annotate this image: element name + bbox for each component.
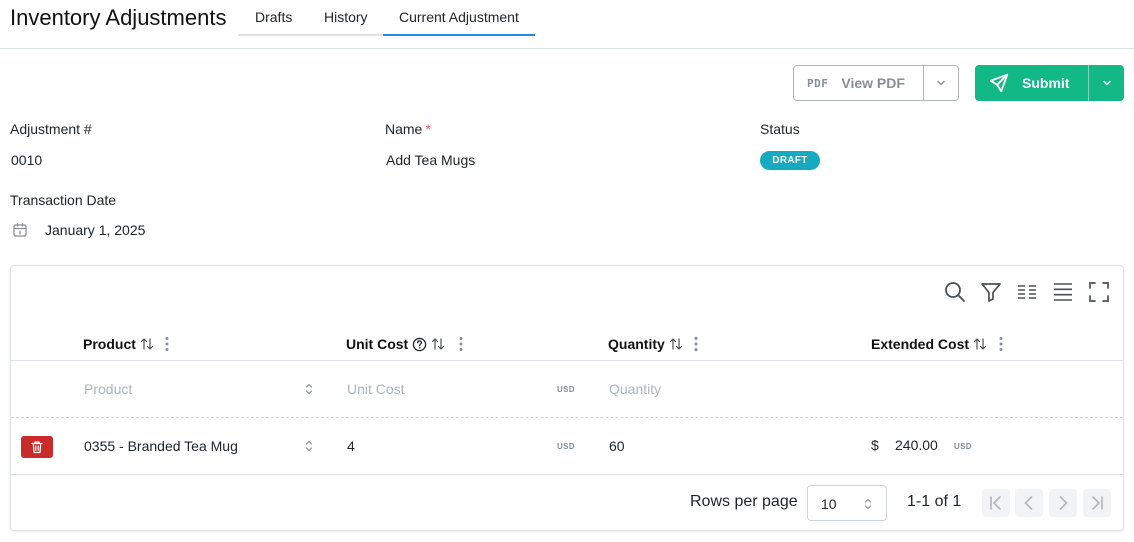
currency-tag: USD xyxy=(954,442,972,451)
column-header-label: Quantity xyxy=(608,336,665,352)
help-icon[interactable] xyxy=(412,337,427,352)
column-menu-icon[interactable] xyxy=(459,336,463,352)
status-label: Status xyxy=(760,121,800,137)
column-header-extended-cost[interactable]: Extended Cost xyxy=(871,334,1003,354)
rows-per-page-select[interactable]: 10 xyxy=(807,485,887,521)
tab-drafts[interactable]: Drafts xyxy=(238,0,308,36)
header-divider xyxy=(11,360,1123,361)
column-header-label: Product xyxy=(83,336,136,352)
unit-cost-cell[interactable]: 4 xyxy=(347,438,355,454)
status-badge: DRAFT xyxy=(760,151,820,170)
filter-icon[interactable] xyxy=(979,280,1003,304)
column-menu-icon[interactable] xyxy=(165,336,169,352)
rows-per-page-label: Rows per page xyxy=(690,493,798,510)
pdf-icon: PDF xyxy=(807,76,829,90)
view-pdf-label: View PDF xyxy=(841,75,905,91)
fullscreen-icon[interactable] xyxy=(1087,280,1111,304)
adjustment-number-value: 0010 xyxy=(11,152,43,168)
column-menu-icon[interactable] xyxy=(694,336,698,352)
first-page-button[interactable] xyxy=(982,489,1010,517)
view-pdf-button[interactable]: PDF View PDF xyxy=(794,66,923,100)
first-page-icon xyxy=(990,496,1001,510)
chevron-down-icon xyxy=(937,80,945,86)
column-header-label: Extended Cost xyxy=(871,336,970,352)
currency-tag: USD xyxy=(557,385,575,394)
sort-icon[interactable] xyxy=(140,337,154,351)
page-title: Inventory Adjustments xyxy=(10,5,227,30)
currency-tag: USD xyxy=(557,442,575,451)
trash-icon xyxy=(31,441,43,454)
product-input[interactable]: Product xyxy=(84,381,132,397)
sort-icon[interactable] xyxy=(431,337,445,351)
send-icon xyxy=(989,73,1009,93)
column-header-product[interactable]: Product xyxy=(83,334,169,354)
last-page-icon xyxy=(1092,496,1103,510)
tab-current-adjustment[interactable]: Current Adjustment xyxy=(383,0,535,36)
next-page-button[interactable] xyxy=(1049,489,1077,517)
submit-label: Submit xyxy=(1022,75,1070,91)
tab-history[interactable]: History xyxy=(308,0,383,36)
last-page-button[interactable] xyxy=(1083,489,1111,517)
submit-button[interactable]: Submit xyxy=(975,65,1088,101)
page-header: Inventory Adjustments Drafts History Cur… xyxy=(0,0,1134,49)
adjustment-number-label: Adjustment # xyxy=(10,121,92,137)
chevron-down-icon xyxy=(1102,80,1111,86)
view-pdf-button-group: PDF View PDF xyxy=(793,65,959,101)
tab-bar: Drafts History Current Adjustment xyxy=(238,0,535,36)
unit-cost-input[interactable]: Unit Cost xyxy=(347,381,405,397)
select-updown-icon xyxy=(864,498,872,510)
submit-menu-button[interactable] xyxy=(1088,65,1124,101)
sort-icon[interactable] xyxy=(973,337,987,351)
footer-divider xyxy=(11,474,1123,475)
extended-cost-cell: 240.00 xyxy=(895,437,938,453)
currency-symbol: $ xyxy=(871,437,879,453)
select-updown-icon[interactable] xyxy=(304,382,314,396)
name-label: Name * xyxy=(385,121,431,137)
rows-per-page-value: 10 xyxy=(821,496,837,512)
delete-row-button[interactable] xyxy=(21,436,53,458)
transaction-date-label: Transaction Date xyxy=(10,192,117,208)
quantity-cell[interactable]: 60 xyxy=(609,438,625,454)
column-header-unit-cost[interactable]: Unit Cost xyxy=(346,334,463,354)
chevron-right-icon xyxy=(1059,496,1068,510)
view-pdf-menu-button[interactable] xyxy=(923,66,958,100)
product-cell[interactable]: 0355 - Branded Tea Mug xyxy=(84,438,238,454)
name-value[interactable]: Add Tea Mugs xyxy=(386,152,475,168)
chevron-left-icon xyxy=(1024,496,1033,510)
required-marker: * xyxy=(425,121,431,137)
sort-icon[interactable] xyxy=(669,337,683,351)
column-header-label: Unit Cost xyxy=(346,336,409,352)
name-label-text: Name xyxy=(385,121,423,137)
calendar-icon xyxy=(13,222,27,237)
column-header-quantity[interactable]: Quantity xyxy=(608,334,698,354)
column-menu-icon[interactable] xyxy=(999,336,1003,352)
search-icon[interactable] xyxy=(943,280,967,304)
columns-icon[interactable] xyxy=(1015,280,1039,304)
page-range: 1-1 of 1 xyxy=(907,493,962,510)
adjustment-lines-table: Product Unit Cost Quantity Extended Cost… xyxy=(10,265,1124,531)
density-icon[interactable] xyxy=(1051,280,1075,304)
new-row-divider xyxy=(11,417,1123,418)
transaction-date-value[interactable]: January 1, 2025 xyxy=(45,222,145,238)
submit-button-group: Submit xyxy=(975,65,1124,101)
quantity-input[interactable]: Quantity xyxy=(609,381,661,397)
previous-page-button[interactable] xyxy=(1015,489,1043,517)
select-updown-icon[interactable] xyxy=(304,439,314,453)
